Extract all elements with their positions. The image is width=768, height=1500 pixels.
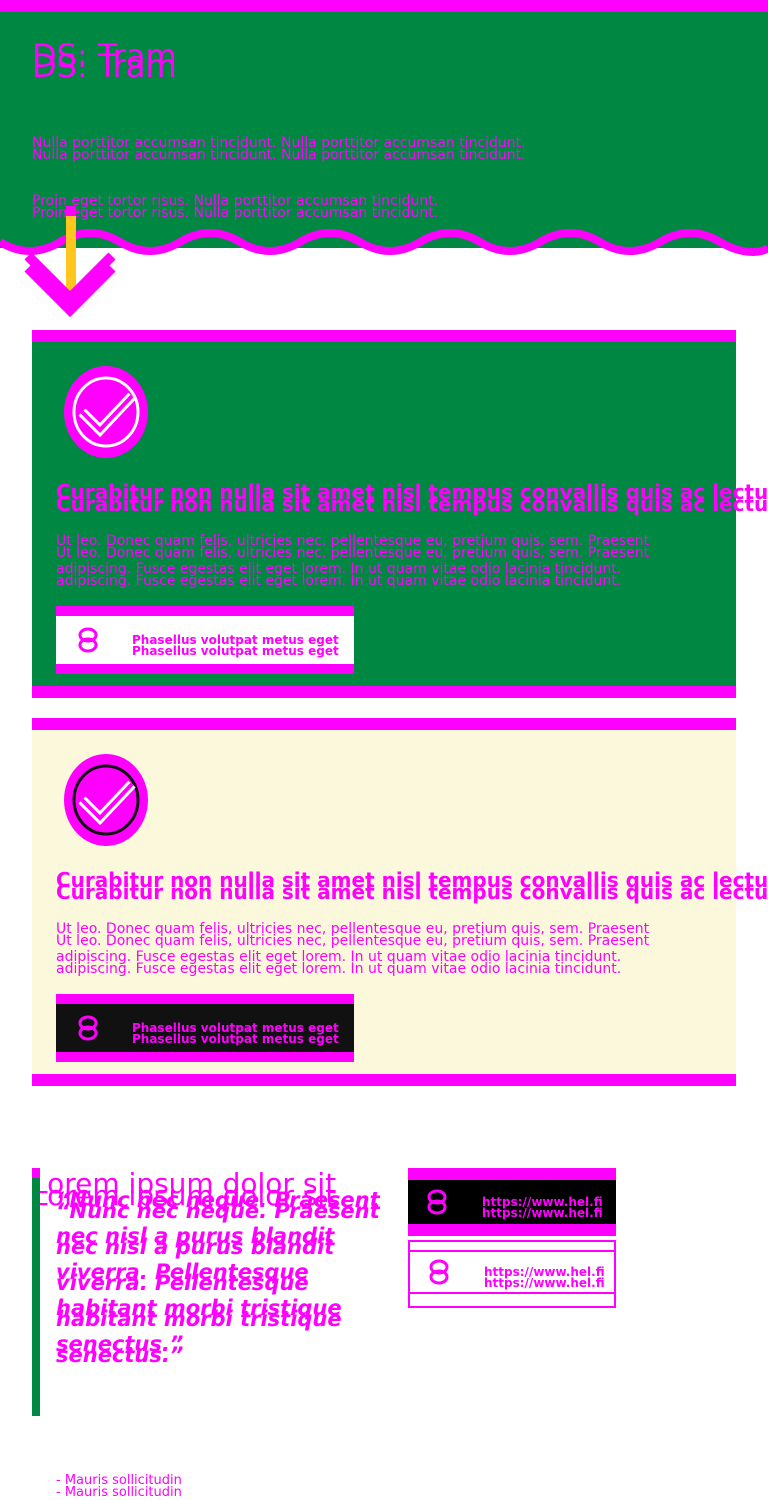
- link-icon: [78, 627, 98, 653]
- info-card-cream: Curabitur non nulla sit amet nisl tempus…: [32, 718, 768, 1086]
- card-link-label: Phasellus volutpat metus eget: [132, 1022, 339, 1045]
- quote-accent-bar: [32, 1168, 40, 1416]
- quote-line: viverra. Pellentesque: [56, 1254, 356, 1301]
- page-title: DS: Tram: [32, 40, 768, 82]
- card-heading: Curabitur non nulla sit amet nisl tempus…: [56, 482, 768, 514]
- card-bottom-bar: [32, 1074, 736, 1086]
- external-link-label: https://www.hel.fi: [482, 1196, 603, 1219]
- blockquote: “Nunc nec neque. Praesent nec nisl a pur…: [56, 1182, 380, 1373]
- card-body-line-1: Ut leo. Donec quam felis, ultricies nec,…: [56, 922, 706, 948]
- link-icon: [427, 1189, 447, 1215]
- quote-line: habitant morbi tristique: [56, 1290, 356, 1337]
- card-body-line-2: adipiscing. Fusce egestas elit eget lore…: [56, 562, 706, 588]
- hero-paragraph-2: Proin eget tortor risus. Nulla porttitor…: [32, 194, 632, 220]
- card-top-bar: [32, 718, 736, 730]
- check-circle-icon: [64, 366, 148, 458]
- quote-author: - Mauris sollicitudin: [56, 1474, 768, 1499]
- quote-line: senectus.”: [56, 1326, 356, 1373]
- link-icon: [429, 1259, 449, 1285]
- card-link-button[interactable]: Phasellus volutpat metus eget: [56, 994, 354, 1062]
- scroll-down-arrow-icon[interactable]: [18, 200, 122, 322]
- card-bottom-bar: [32, 686, 736, 698]
- info-card-green: Curabitur non nulla sit amet nisl tempus…: [32, 330, 768, 698]
- quote-line: “Nunc nec neque. Praesent: [56, 1182, 380, 1229]
- card-heading: Curabitur non nulla sit amet nisl tempus…: [56, 870, 768, 902]
- check-circle-icon: [64, 754, 148, 846]
- hero-paragraph-1: Nulla porttitor accumsan tincidunt. Null…: [32, 136, 632, 162]
- external-link-label: https://www.hel.fi: [484, 1266, 605, 1289]
- card-link-label: Phasellus volutpat metus eget: [132, 634, 339, 657]
- card-link-button[interactable]: Phasellus volutpat metus eget: [56, 606, 354, 674]
- quote-line: nec nisl a purus blandit: [56, 1218, 356, 1265]
- hero-top-bar: [0, 0, 768, 12]
- card-top-bar: [32, 330, 736, 342]
- external-link-light[interactable]: https://www.hel.fi: [408, 1240, 616, 1308]
- quote-accent-bar-top: [32, 1168, 40, 1178]
- card-body-line-2: adipiscing. Fusce egestas elit eget lore…: [56, 950, 706, 976]
- card-body-line-1: Ut leo. Donec quam felis, ultricies nec,…: [56, 534, 706, 560]
- link-icon: [78, 1015, 98, 1041]
- external-link-dark[interactable]: https://www.hel.fi: [408, 1168, 616, 1236]
